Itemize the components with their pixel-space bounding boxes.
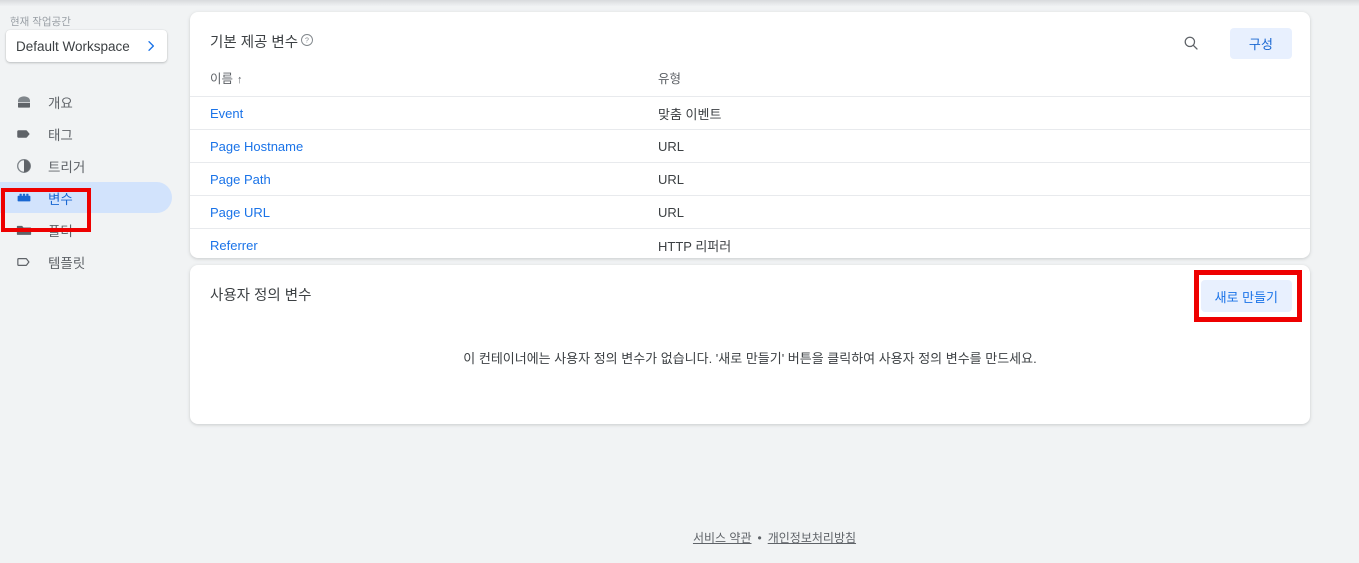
variable-name-link[interactable]: Event bbox=[210, 106, 243, 121]
variable-type-cell: HTTP 리퍼러 bbox=[658, 238, 732, 254]
template-icon bbox=[14, 253, 34, 271]
main-content: 기본 제공 변수 ? 구성 이름 ↑ 유형 Event 맞춤 이벤트 Page … bbox=[190, 6, 1359, 563]
built-in-variables-table: 이름 ↑ 유형 Event 맞춤 이벤트 Page Hostname URL Page P… bbox=[190, 68, 1310, 261]
create-new-variable-button[interactable]: 새로 만들기 bbox=[1200, 280, 1292, 312]
variable-name-cell: Event bbox=[190, 96, 658, 130]
workspace-label: 현재 작업공간 bbox=[10, 16, 71, 28]
variable-name-cell: Page URL bbox=[190, 195, 658, 229]
variable-name-link[interactable]: Referrer bbox=[210, 238, 258, 253]
sidebar: 현재 작업공간 Default Workspace 개요 태그 트리거 변수 폴… bbox=[0, 6, 190, 563]
built-in-variables-card: 기본 제공 변수 ? 구성 이름 ↑ 유형 Event 맞춤 이벤트 Page … bbox=[190, 12, 1310, 258]
svg-text:?: ? bbox=[305, 38, 309, 45]
tag-icon bbox=[14, 125, 34, 143]
configure-button[interactable]: 구성 bbox=[1230, 28, 1292, 59]
column-header-type[interactable]: 유형 bbox=[658, 68, 1310, 97]
sidebar-item-folders[interactable]: 폴더 bbox=[0, 214, 190, 245]
sidebar-item-tags[interactable]: 태그 bbox=[0, 118, 190, 149]
page-title: 기본 제공 변수 bbox=[210, 35, 299, 51]
table-row[interactable]: Event 맞춤 이벤트 bbox=[190, 96, 1310, 130]
privacy-policy-link[interactable]: 개인정보처리방침 bbox=[768, 531, 856, 545]
table-row[interactable]: Page URL URL bbox=[190, 195, 1310, 229]
help-circle-icon[interactable]: ? bbox=[300, 33, 314, 50]
variable-name-link[interactable]: Page URL bbox=[210, 205, 270, 220]
search-icon[interactable] bbox=[1182, 34, 1200, 55]
footer-separator: • bbox=[757, 531, 762, 545]
table-row[interactable]: Page Hostname URL bbox=[190, 129, 1310, 163]
variable-icon bbox=[14, 189, 34, 207]
built-in-variables-header: 기본 제공 변수 ? 구성 bbox=[190, 12, 1310, 68]
column-header-name-label: 이름 bbox=[210, 72, 234, 86]
user-defined-variables-card: 사용자 정의 변수 새로 만들기 이 컨테이너에는 사용자 정의 변수가 없습니… bbox=[190, 265, 1310, 424]
chevron-right-icon bbox=[144, 39, 158, 53]
sidebar-item-label: 템플릿 bbox=[48, 255, 86, 271]
workspace-name: Default Workspace bbox=[16, 38, 130, 54]
variable-name-link[interactable]: Page Hostname bbox=[210, 139, 303, 154]
variable-name-cell: Referrer bbox=[190, 229, 658, 262]
sidebar-item-label: 개요 bbox=[48, 95, 73, 111]
variable-type-cell: URL bbox=[658, 195, 1310, 229]
variable-type-cell: 맞춤 이벤트 bbox=[658, 96, 1310, 130]
folder-icon bbox=[14, 221, 34, 239]
variable-name-cell: Page Path bbox=[190, 162, 658, 196]
variable-name-cell: Page Hostname bbox=[190, 129, 658, 163]
sidebar-item-label: 태그 bbox=[48, 127, 73, 143]
sidebar-nav: 개요 태그 트리거 변수 폴더 템플릿 bbox=[0, 86, 190, 278]
trigger-icon bbox=[14, 157, 34, 175]
variable-name-link[interactable]: Page Path bbox=[210, 172, 271, 187]
variable-type-cell: URL bbox=[658, 162, 1310, 196]
footer: 서비스 약관 • 개인정보처리방침 bbox=[190, 529, 1359, 546]
sidebar-item-triggers[interactable]: 트리거 bbox=[0, 150, 190, 181]
terms-of-service-link[interactable]: 서비스 약관 bbox=[693, 531, 752, 545]
table-row[interactable]: Page Path URL bbox=[190, 162, 1310, 196]
user-defined-variables-header: 사용자 정의 변수 새로 만들기 bbox=[190, 265, 1310, 322]
table-header-row: 이름 ↑ 유형 bbox=[190, 68, 1310, 97]
overview-icon bbox=[14, 93, 34, 111]
sort-ascending-icon: ↑ bbox=[237, 74, 243, 86]
workspace-selector[interactable]: Default Workspace bbox=[6, 30, 167, 62]
sidebar-item-label: 폴더 bbox=[48, 223, 73, 239]
sidebar-item-templates[interactable]: 템플릿 bbox=[0, 246, 190, 277]
sidebar-item-variables[interactable]: 변수 bbox=[0, 182, 190, 213]
sidebar-item-label: 변수 bbox=[48, 191, 73, 207]
sidebar-item-label: 트리거 bbox=[48, 159, 86, 175]
empty-state-message: 이 컨테이너에는 사용자 정의 변수가 없습니다. '새로 만들기' 버튼을 클… bbox=[463, 351, 1037, 366]
table-row[interactable]: Referrer HTTP 리퍼러 bbox=[190, 229, 1310, 262]
column-header-name[interactable]: 이름 ↑ bbox=[190, 68, 658, 97]
variable-type-cell: URL bbox=[658, 129, 1310, 163]
section-title: 사용자 정의 변수 bbox=[210, 288, 312, 304]
sidebar-item-overview[interactable]: 개요 bbox=[0, 86, 190, 117]
